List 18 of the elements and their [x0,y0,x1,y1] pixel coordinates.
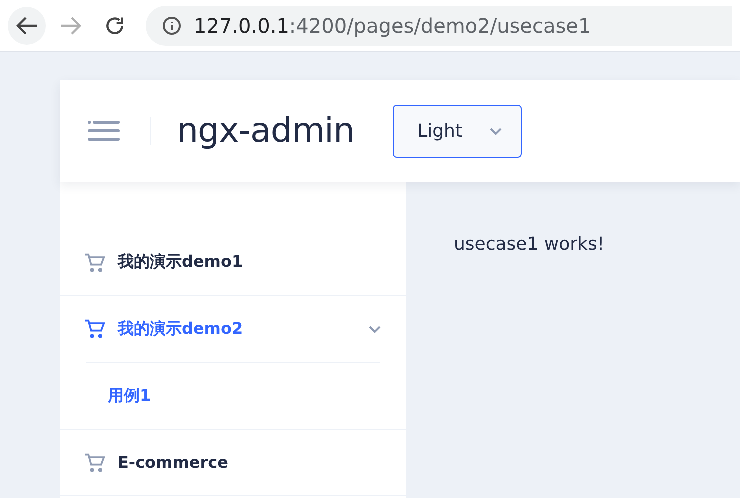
back-arrow-icon [16,16,38,36]
address-bar[interactable]: 127.0.0.1:4200/pages/demo2/usecase1 [146,6,732,46]
cart-icon [84,252,106,272]
info-icon [162,16,182,36]
page-message: usecase1 works! [454,234,605,255]
menu-icon[interactable] [88,120,120,142]
menu-item[interactable]: 我的演示demo1 [60,230,406,296]
submenu-item[interactable]: 用例1 [86,363,380,429]
url-text: 127.0.0.1:4200/pages/demo2/usecase1 [194,14,592,38]
forward-arrow-icon [60,16,82,36]
menu-item[interactable]: 我的演示demo2 [60,296,406,362]
menu-item[interactable]: E-commerce [60,430,406,496]
theme-select[interactable]: Light [392,104,522,158]
reload-icon [104,14,126,36]
cart-icon [84,319,106,339]
cart-icon [84,452,106,472]
app-title: ngx-admin [177,111,355,151]
back-button[interactable] [8,6,46,44]
